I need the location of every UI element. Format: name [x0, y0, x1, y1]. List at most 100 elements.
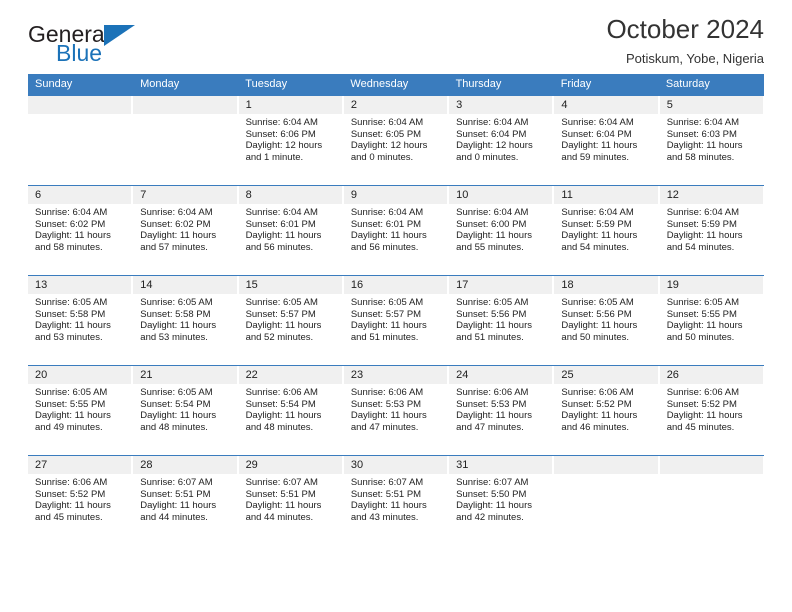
- sunrise-text: Sunrise: 6:04 AM: [245, 117, 318, 128]
- day-details: Sunrise: 6:06 AM Sunset: 5:52 PM Dayligh…: [660, 384, 764, 433]
- day-cell[interactable]: 15 Sunrise: 6:05 AM Sunset: 5:57 PM Dayl…: [238, 276, 344, 365]
- daylight-text: Daylight: 11 hours and 57 minutes.: [140, 230, 217, 253]
- day-cell[interactable]: 25 Sunrise: 6:06 AM Sunset: 5:52 PM Dayl…: [554, 366, 660, 455]
- sunrise-text: Sunrise: 6:06 AM: [666, 387, 740, 398]
- day-cell[interactable]: 1 Sunrise: 6:04 AM Sunset: 6:06 PM Dayli…: [238, 96, 344, 185]
- day-cell[interactable]: 14 Sunrise: 6:05 AM Sunset: 5:58 PM Dayl…: [133, 276, 239, 365]
- day-cell[interactable]: 3 Sunrise: 6:04 AM Sunset: 6:04 PM Dayli…: [449, 96, 555, 185]
- day-cell[interactable]: 23 Sunrise: 6:06 AM Sunset: 5:53 PM Dayl…: [343, 366, 450, 455]
- day-cell[interactable]: 6 Sunrise: 6:04 AM Sunset: 6:02 PM Dayli…: [28, 186, 134, 275]
- day-cell[interactable]: 21 Sunrise: 6:05 AM Sunset: 5:54 PM Dayl…: [133, 366, 239, 455]
- day-cell[interactable]: 12 Sunrise: 6:04 AM Sunset: 5:59 PM Dayl…: [659, 186, 764, 275]
- day-cell[interactable]: 30 Sunrise: 6:07 AM Sunset: 5:51 PM Dayl…: [343, 456, 450, 545]
- sunrise-text: Sunrise: 6:04 AM: [35, 207, 108, 218]
- sunset-text: Sunset: 5:57 PM: [350, 308, 422, 320]
- sunrise-text: Sunrise: 6:07 AM: [245, 477, 318, 488]
- day-cell[interactable]: 13 Sunrise: 6:05 AM Sunset: 5:58 PM Dayl…: [28, 276, 134, 365]
- sunset-text: Sunset: 5:53 PM: [456, 398, 527, 410]
- day-details: Sunrise: 6:04 AM Sunset: 6:02 PM Dayligh…: [133, 204, 237, 253]
- sunrise-text: Sunrise: 6:06 AM: [245, 387, 318, 398]
- sunrise-text: Sunrise: 6:04 AM: [140, 207, 213, 218]
- day-cell[interactable]: 29 Sunrise: 6:07 AM Sunset: 5:51 PM Dayl…: [238, 456, 344, 545]
- day-details: Sunrise: 6:05 AM Sunset: 5:55 PM Dayligh…: [660, 294, 764, 343]
- day-cell[interactable]: 10 Sunrise: 6:04 AM Sunset: 6:00 PM Dayl…: [449, 186, 555, 275]
- day-number: [659, 456, 764, 474]
- day-details: Sunrise: 6:05 AM Sunset: 5:58 PM Dayligh…: [133, 294, 237, 343]
- day-number: 31: [449, 456, 554, 474]
- sunset-text: Sunset: 6:01 PM: [350, 218, 422, 230]
- day-cell[interactable]: 24 Sunrise: 6:06 AM Sunset: 5:53 PM Dayl…: [449, 366, 555, 455]
- daylight-text: Daylight: 11 hours and 58 minutes.: [666, 140, 743, 163]
- day-cell[interactable]: 27 Sunrise: 6:06 AM Sunset: 5:52 PM Dayl…: [28, 456, 134, 545]
- sunrise-text: Sunrise: 6:07 AM: [140, 477, 213, 488]
- day-details: Sunrise: 6:06 AM Sunset: 5:53 PM Dayligh…: [449, 384, 553, 433]
- day-details: Sunrise: 6:06 AM Sunset: 5:53 PM Dayligh…: [344, 384, 448, 433]
- daylight-text: Daylight: 11 hours and 49 minutes.: [35, 410, 111, 433]
- sunrise-text: Sunrise: 6:05 AM: [140, 387, 213, 398]
- day-number: 14: [133, 276, 238, 294]
- day-cell[interactable]: 8 Sunrise: 6:04 AM Sunset: 6:01 PM Dayli…: [238, 186, 344, 275]
- daylight-text: Daylight: 11 hours and 48 minutes.: [140, 410, 217, 433]
- day-cell[interactable]: 19 Sunrise: 6:05 AM Sunset: 5:55 PM Dayl…: [659, 276, 764, 365]
- day-details: Sunrise: 6:04 AM Sunset: 5:59 PM Dayligh…: [554, 204, 658, 253]
- day-details: Sunrise: 6:04 AM Sunset: 6:01 PM Dayligh…: [344, 204, 448, 253]
- day-cell[interactable]: 11 Sunrise: 6:04 AM Sunset: 5:59 PM Dayl…: [554, 186, 660, 275]
- sunset-text: Sunset: 6:03 PM: [666, 128, 737, 140]
- day-cell[interactable]: 17 Sunrise: 6:05 AM Sunset: 5:56 PM Dayl…: [449, 276, 555, 365]
- sunset-text: Sunset: 5:51 PM: [350, 488, 422, 500]
- day-cell[interactable]: 28 Sunrise: 6:07 AM Sunset: 5:51 PM Dayl…: [133, 456, 239, 545]
- day-details: Sunrise: 6:04 AM Sunset: 6:01 PM Dayligh…: [239, 204, 343, 253]
- day-number: 12: [659, 186, 764, 204]
- sunrise-text: Sunrise: 6:05 AM: [561, 297, 634, 308]
- sunrise-text: Sunrise: 6:07 AM: [350, 477, 424, 488]
- day-cell[interactable]: [133, 96, 239, 185]
- sunrise-text: Sunrise: 6:05 AM: [140, 297, 213, 308]
- day-cell[interactable]: 16 Sunrise: 6:05 AM Sunset: 5:57 PM Dayl…: [343, 276, 450, 365]
- day-cell[interactable]: 5 Sunrise: 6:04 AM Sunset: 6:03 PM Dayli…: [659, 96, 764, 185]
- day-cell[interactable]: 2 Sunrise: 6:04 AM Sunset: 6:05 PM Dayli…: [343, 96, 450, 185]
- title-block: October 2024 Potiskum, Yobe, Nigeria: [606, 14, 764, 67]
- sunrise-text: Sunrise: 6:06 AM: [561, 387, 634, 398]
- day-cell[interactable]: [28, 96, 134, 185]
- day-cell[interactable]: 26 Sunrise: 6:06 AM Sunset: 5:52 PM Dayl…: [659, 366, 764, 455]
- week-row: 1 Sunrise: 6:04 AM Sunset: 6:06 PM Dayli…: [28, 95, 764, 185]
- day-cell[interactable]: 4 Sunrise: 6:04 AM Sunset: 6:04 PM Dayli…: [554, 96, 660, 185]
- day-cell[interactable]: [659, 456, 764, 545]
- logo-flag-icon: [104, 25, 135, 46]
- weekday-header-saturday: Saturday: [665, 78, 710, 90]
- day-cell[interactable]: 9 Sunrise: 6:04 AM Sunset: 6:01 PM Dayli…: [343, 186, 450, 275]
- day-cell[interactable]: 18 Sunrise: 6:05 AM Sunset: 5:56 PM Dayl…: [554, 276, 660, 365]
- day-details: Sunrise: 6:05 AM Sunset: 5:56 PM Dayligh…: [554, 294, 658, 343]
- sunset-text: Sunset: 5:51 PM: [140, 488, 211, 500]
- sunset-text: Sunset: 6:04 PM: [456, 128, 527, 140]
- sunrise-text: Sunrise: 6:07 AM: [456, 477, 529, 488]
- day-number: 8: [238, 186, 343, 204]
- daylight-text: Daylight: 11 hours and 53 minutes.: [140, 320, 217, 343]
- day-number: 3: [449, 96, 554, 114]
- day-details: Sunrise: 6:07 AM Sunset: 5:50 PM Dayligh…: [449, 474, 553, 523]
- day-details: Sunrise: 6:05 AM Sunset: 5:58 PM Dayligh…: [28, 294, 132, 343]
- day-number: 24: [449, 366, 554, 384]
- logo-general-blue: General Blue: [28, 22, 228, 72]
- day-cell[interactable]: 22 Sunrise: 6:06 AM Sunset: 5:54 PM Dayl…: [238, 366, 344, 455]
- day-cell[interactable]: 31 Sunrise: 6:07 AM Sunset: 5:50 PM Dayl…: [449, 456, 555, 545]
- day-cell[interactable]: 7 Sunrise: 6:04 AM Sunset: 6:02 PM Dayli…: [133, 186, 239, 275]
- day-number: 15: [238, 276, 343, 294]
- weekday-header-monday: Monday: [140, 78, 180, 90]
- day-details: Sunrise: 6:07 AM Sunset: 5:51 PM Dayligh…: [344, 474, 448, 523]
- daylight-text: Daylight: 11 hours and 42 minutes.: [456, 500, 532, 523]
- sunset-text: Sunset: 5:51 PM: [245, 488, 316, 500]
- week-row: 20 Sunrise: 6:05 AM Sunset: 5:55 PM Dayl…: [28, 365, 764, 455]
- sunset-text: Sunset: 5:52 PM: [35, 488, 106, 500]
- day-number: 13: [28, 276, 133, 294]
- week-row: 27 Sunrise: 6:06 AM Sunset: 5:52 PM Dayl…: [28, 455, 764, 545]
- calendar-page: General Blue October 2024 Potiskum, Yobe…: [0, 0, 792, 612]
- sunrise-text: Sunrise: 6:05 AM: [666, 297, 740, 308]
- sunrise-text: Sunrise: 6:04 AM: [245, 207, 318, 218]
- day-cell[interactable]: 20 Sunrise: 6:05 AM Sunset: 5:55 PM Dayl…: [28, 366, 134, 455]
- day-cell[interactable]: [554, 456, 660, 545]
- day-details: Sunrise: 6:05 AM Sunset: 5:54 PM Dayligh…: [133, 384, 237, 433]
- day-details: Sunrise: 6:06 AM Sunset: 5:52 PM Dayligh…: [554, 384, 658, 433]
- day-number: 4: [554, 96, 659, 114]
- day-number: 1: [238, 96, 343, 114]
